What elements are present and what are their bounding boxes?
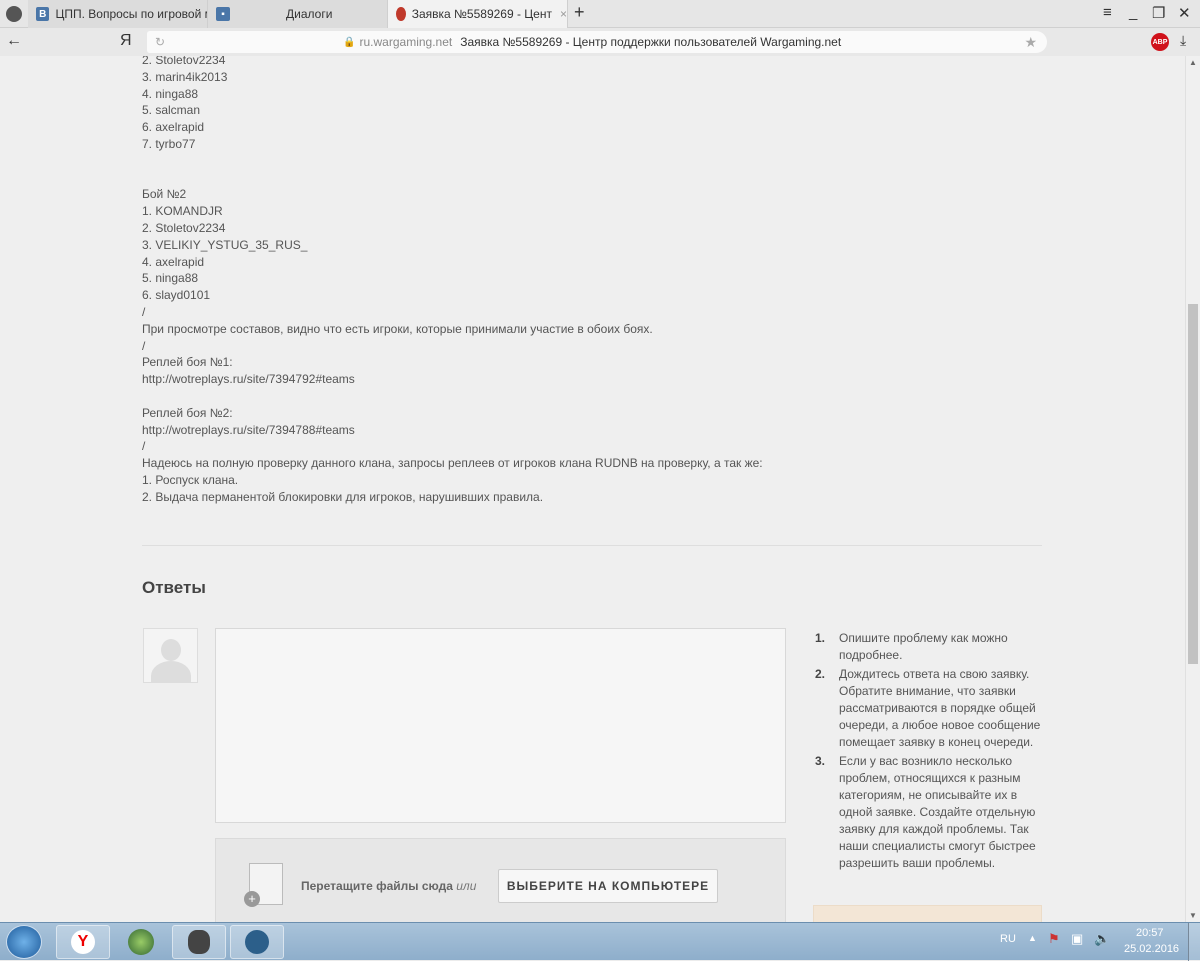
wot-app-icon[interactable] (6, 6, 22, 22)
taskbar: Y RU ▲ ⚑ ▣ 🔈 20:57 25.02.2016 (0, 922, 1200, 961)
download-icon[interactable]: ⤓ (1180, 32, 1186, 49)
tip-item: 1. Опишите проблему как можно подробнее. (815, 630, 1045, 664)
restore-button[interactable]: ❐ (1152, 4, 1165, 22)
volume-icon[interactable]: 🔈 (1094, 931, 1110, 947)
ticket-line: Бой №2 (142, 187, 187, 202)
tip-text: Дождитесь ответа на свою заявку. Обратит… (839, 667, 1041, 749)
ticket-line: 3. VELIKIY_YSTUG_35_RUS_ (142, 237, 308, 252)
url-domain: ru.wargaming.net (359, 35, 453, 49)
taskbar-wot[interactable] (172, 925, 226, 959)
plus-icon: + (244, 891, 260, 907)
clock-time[interactable]: 20:57 (1136, 927, 1164, 939)
ticket-line: / (142, 439, 146, 454)
ticket-line: 5. salcman (142, 103, 201, 118)
tip-text: Если у вас возникло несколько проблем, о… (839, 754, 1036, 870)
ticket-message: 2. Stoletov2234 3. marin4ik2013 4. ninga88… (142, 56, 763, 506)
tip-number: 2. (815, 667, 826, 681)
vk-dialogs-icon: ▪ (216, 7, 230, 21)
ticket-line (142, 170, 763, 187)
taskbar-teamspeak[interactable] (230, 925, 284, 959)
language-indicator[interactable]: RU (1000, 933, 1016, 945)
adblock-icon[interactable]: ABP (1151, 33, 1169, 51)
scroll-up-icon[interactable]: ▲ (1189, 58, 1197, 67)
file-drop-zone[interactable]: + Перетащите файлы сюда или ВЫБЕРИТЕ НА … (215, 838, 786, 922)
tip-text: Опишите проблему как можно подробнее. (839, 631, 1008, 662)
tips-list: 1. Опишите проблему как можно подробнее. 2… (815, 630, 1045, 874)
tab-label: Диалоги (286, 7, 333, 21)
lock-icon: 🔒 (343, 36, 356, 48)
action-center-icon[interactable]: ⚑ (1048, 931, 1060, 947)
taskbar-globe[interactable] (114, 925, 168, 959)
clock-date[interactable]: 25.02.2016 (1124, 943, 1179, 955)
back-icon[interactable]: ← (6, 32, 22, 50)
address-bar: ← Я ↻ 🔒 ru.wargaming.net Заявка №5589269… (0, 28, 1200, 56)
reload-icon[interactable]: ↻ (155, 35, 165, 49)
tip-item: 3. Если у вас возникло несколько проблем,… (815, 753, 1045, 872)
start-button[interactable] (6, 925, 42, 959)
tab-label: Заявка №5589269 - Цент (411, 7, 552, 21)
ticket-line: Надеюсь на полную проверку данного клана… (142, 456, 763, 471)
ticket-line: Реплей боя №2: (142, 405, 233, 420)
tab-label: ЦПП. Вопросы по игровой м (55, 7, 207, 21)
tip-number: 1. (815, 631, 826, 645)
page-content: 2. Stoletov2234 3. marin4ik2013 4. ninga88… (0, 56, 1185, 922)
tab-bar: B ЦПП. Вопросы по игровой м ▪ Диалоги Заяв… (0, 0, 1200, 28)
yandex-logo[interactable]: Я (120, 32, 132, 50)
avatar (143, 628, 198, 683)
close-window-button[interactable]: ✕ (1178, 4, 1191, 22)
ticket-line: 2. Stoletov2234 (142, 220, 226, 235)
scroll-down-icon[interactable]: ▼ (1189, 911, 1197, 920)
show-desktop-button[interactable] (1188, 923, 1200, 961)
network-icon[interactable]: ▣ (1071, 931, 1083, 947)
ticket-line: 2. Выдача перманентой блокировки для игр… (142, 489, 544, 504)
ticket-line: http://wotreplays.ru/site/7394788#teams (142, 422, 355, 437)
vk-icon: B (36, 7, 50, 21)
tray-expand-icon[interactable]: ▲ (1028, 933, 1037, 943)
url-title: Заявка №5589269 - Центр поддержки пользо… (460, 35, 842, 49)
ticket-line: 4. ninga88 (142, 86, 199, 101)
tab-vk-questions[interactable]: B ЦПП. Вопросы по игровой м (28, 0, 208, 28)
ticket-line: 6. slayd0101 (142, 288, 211, 303)
choose-file-button[interactable]: ВЫБЕРИТЕ НА КОМПЬЮТЕРЕ (498, 869, 718, 903)
ticket-line: 1. Роспуск клана. (142, 472, 239, 487)
ticket-line: 1. KOMANDJR (142, 204, 223, 219)
ticket-line (142, 153, 763, 170)
reply-textarea[interactable] (215, 628, 786, 823)
menu-icon[interactable]: ≡ (1103, 4, 1112, 21)
ticket-line: 5. ninga88 (142, 271, 199, 286)
minimize-button[interactable]: _ (1129, 4, 1137, 21)
ticket-line: http://wotreplays.ru/site/7394792#teams (142, 372, 355, 387)
ticket-line: 3. marin4ik2013 (142, 69, 228, 84)
url-field[interactable]: ↻ 🔒 ru.wargaming.net Заявка №5589269 - Ц… (147, 31, 1047, 53)
answers-heading: Ответы (142, 578, 206, 597)
ticket-line: Реплей боя №1: (142, 355, 233, 370)
ticket-line (142, 388, 763, 405)
ticket-line: При просмотре составов, видно что есть и… (142, 321, 653, 336)
tab-dialogs[interactable]: ▪ Диалоги (208, 0, 388, 28)
bookmark-star-icon[interactable]: ★ (1024, 34, 1037, 51)
drop-text: Перетащите файлы сюда или (301, 879, 477, 893)
close-tab-icon[interactable]: × (560, 7, 567, 21)
scrollbar[interactable]: ▲ ▼ (1185, 56, 1200, 922)
tip-number: 3. (815, 754, 826, 768)
ticket-line: 4. axelrapid (142, 254, 205, 269)
tip-item: 2. Дождитесь ответа на свою заявку. Обрат… (815, 666, 1045, 751)
tab-ticket[interactable]: Заявка №5589269 - Цент × (388, 0, 568, 28)
taskbar-yandex[interactable]: Y (56, 925, 110, 959)
ticket-line: 6. axelrapid (142, 120, 205, 135)
ticket-line: / (142, 304, 146, 319)
ticket-line: 2. Stoletov2234 (142, 56, 226, 67)
wargaming-icon (396, 7, 406, 21)
ticket-line: 7. tyrbo77 (142, 136, 196, 151)
ticket-line: / (142, 338, 146, 353)
divider (142, 545, 1042, 546)
new-tab-button[interactable]: + (574, 2, 585, 23)
notice-box (813, 905, 1042, 922)
scrollbar-thumb[interactable] (1188, 304, 1198, 664)
